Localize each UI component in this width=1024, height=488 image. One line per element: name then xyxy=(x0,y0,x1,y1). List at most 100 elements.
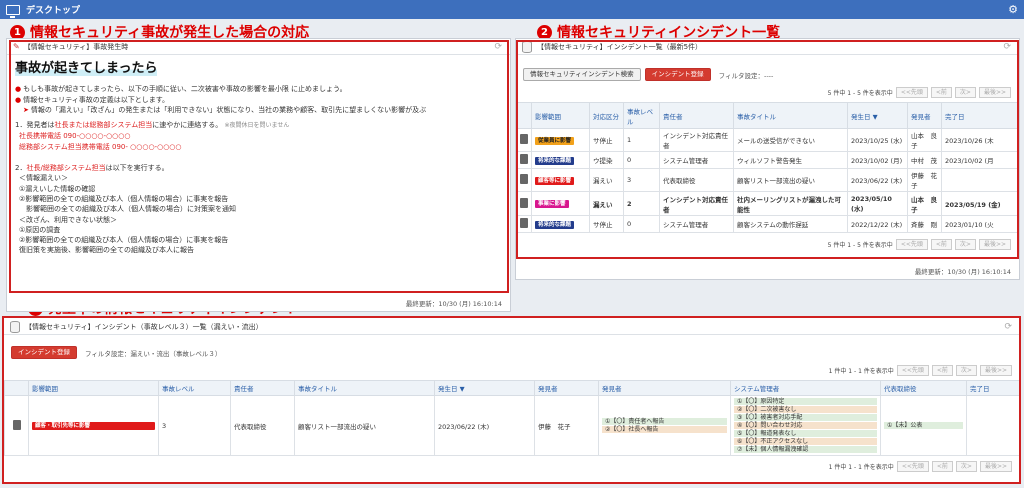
pager-first[interactable]: <<先頭 xyxy=(896,365,929,376)
kubun-cell: 漏えい xyxy=(589,191,624,216)
pager-first[interactable]: <<先頭 xyxy=(895,239,928,250)
incident-search-button[interactable]: 情報セキュリティインシデント検索 xyxy=(523,68,641,81)
document-icon[interactable] xyxy=(520,174,528,184)
col-header[interactable]: 発生日 ▼ xyxy=(434,380,535,396)
refresh-icon[interactable]: ⟳ xyxy=(1004,322,1012,332)
pager-next[interactable]: 次> xyxy=(954,239,976,250)
bullet-2: ● 情報セキュリティ事故の定義は以下とします。 xyxy=(15,95,169,104)
title-cell[interactable]: 社内メーリングリストが漏洩した可能性 xyxy=(733,191,848,216)
definition-text: ➤ 情報の「漏えい」「改ざん」の発生または「利用できない」状態になり、当社の業務や… xyxy=(23,105,427,114)
finder-cell: 中村 茂 xyxy=(907,151,942,169)
pager-last[interactable]: 最後>> xyxy=(978,239,1011,250)
col-header[interactable]: 対応区分 xyxy=(589,102,624,129)
pager-bottom: 1 件中 1 - 1 件を表示中 <<先頭 <前 次> 最後>> xyxy=(4,456,1020,472)
owner-cell: インシデント対応責任者 xyxy=(659,191,734,216)
col-header[interactable]: 発見者 xyxy=(534,380,599,396)
refresh-icon[interactable]: ⟳ xyxy=(1003,42,1011,52)
gear-icon[interactable]: ⚙ xyxy=(1008,3,1018,16)
col-header[interactable]: 事故レベル xyxy=(623,102,660,129)
ceo-steps: ①【未】公表 xyxy=(880,395,967,456)
level-cell: 2 xyxy=(623,191,660,216)
pager-next[interactable]: 次> xyxy=(955,365,977,376)
scope-cell: 顧客等に影響 xyxy=(531,168,590,192)
title-cell[interactable]: メールの送受信ができない xyxy=(733,128,848,152)
incident-register-button[interactable]: インシデント登録 xyxy=(644,68,711,81)
col-header[interactable]: 発見者 xyxy=(598,380,731,396)
title-cell[interactable]: 顧客リスト一部流出の疑い xyxy=(294,395,435,456)
pencil-icon: ✎ xyxy=(13,42,20,51)
col-header[interactable]: 完了日 xyxy=(941,102,1019,129)
col-header[interactable]: システム管理者 xyxy=(730,380,881,396)
line: ＜改ざん、利用できない状態＞ xyxy=(19,215,117,224)
pager-next[interactable]: 次> xyxy=(954,87,976,98)
document-icon[interactable] xyxy=(12,419,21,430)
line: 影響範囲の全ての組織及び本人（個人情報の場合）に対策案を通知 xyxy=(19,205,236,214)
col-header[interactable]: 事故レベル xyxy=(158,380,231,396)
pager-bottom: 5 件中 1 - 5 件を表示中 <<先頭 <前 次> 最後>> xyxy=(516,233,1019,250)
date-cell: 2022/12/22 (木) xyxy=(847,215,908,233)
title-cell[interactable]: 顧客システムの動作遅延 xyxy=(733,215,848,233)
icon-cell xyxy=(516,168,532,192)
admin-steps: ①【〇】原因特定 ②【〇】二次被害なし ③【〇】被害者対応手配 ④【〇】問い合わ… xyxy=(730,395,881,456)
icon-cell xyxy=(516,191,532,216)
panel-title: 【情報セキュリティ】インシデント（事故レベル３）一覧（漏えい・流出） xyxy=(25,322,263,331)
table-row[interactable]: 将来的な課題 サ停止 0 システム管理者 顧客システムの動作遅延 2022/12/22 (… xyxy=(516,215,1019,233)
date-cell: 2023/10/25 (水) xyxy=(847,128,908,152)
line: 復旧策を実施後、影響範囲の全ての組織及び本人に報告 xyxy=(19,246,194,255)
level-cell: 0 xyxy=(623,151,660,169)
done-cell xyxy=(966,395,1020,456)
pager-last[interactable]: 最後>> xyxy=(979,461,1012,472)
incident-list-panel: 【情報セキュリティ】インシデント一覧（最新5件） ⟳ 情報セキュリティインシデン… xyxy=(515,38,1020,280)
pager-last[interactable]: 最後>> xyxy=(978,87,1011,98)
step-item: ①【〇】責任者へ報告 xyxy=(602,417,727,426)
database-icon xyxy=(10,320,20,333)
col-header[interactable]: 影響範囲 xyxy=(531,102,590,129)
col-header[interactable]: 発生日 ▼ xyxy=(847,102,908,129)
col-header[interactable]: 責任者 xyxy=(230,380,295,396)
pager-prev[interactable]: <前 xyxy=(930,239,952,250)
pager-next[interactable]: 次> xyxy=(955,461,977,472)
owner-cell: 代表取締役 xyxy=(230,395,295,456)
finder-cell: 山本 良子 xyxy=(907,128,942,152)
pager-prev[interactable]: <前 xyxy=(931,365,953,376)
title-cell[interactable]: ウィルソフト警告発生 xyxy=(733,151,848,169)
date-cell: 2023/06/22 (木) xyxy=(847,168,908,192)
refresh-icon[interactable]: ⟳ xyxy=(494,42,502,52)
table-row[interactable]: 顧客等に影響 漏えい 3 代表取締役 顧客リスト一部流出の疑い 2023/06/22 (木… xyxy=(516,168,1019,192)
col-header[interactable]: 発見者 xyxy=(907,102,942,129)
document-icon[interactable] xyxy=(520,134,528,144)
table-row[interactable]: 顧客・取引先等に影響 3 代表取締役 顧客リスト一部流出の疑い 2023/06/… xyxy=(4,395,1020,456)
panel-header: 【情報セキュリティ】インシデント（事故レベル３）一覧（漏えい・流出） ⟳ xyxy=(4,319,1020,335)
incident-register-button[interactable]: インシデント登録 xyxy=(11,346,77,359)
col-header[interactable]: 事故タイトル xyxy=(733,102,848,129)
icon-cell xyxy=(516,215,532,233)
done-cell xyxy=(941,168,1019,192)
result-count: 1 件中 1 - 1 件を表示中 xyxy=(828,464,894,471)
table-row[interactable]: 従業員に影響 サ停止 1 インシデント対応責任者 メールの送受信ができない 2023/10… xyxy=(516,128,1019,152)
scope-badge: 将来的な課題 xyxy=(535,156,575,165)
scope-cell: 従業員に影響 xyxy=(531,128,590,152)
document-icon[interactable] xyxy=(520,197,528,208)
document-icon[interactable] xyxy=(520,154,528,164)
date-cell: 2023/10/02 (月) xyxy=(847,151,908,169)
col-header[interactable]: 事故タイトル xyxy=(294,380,435,396)
col-header[interactable]: 代表取締役 xyxy=(880,380,967,396)
pager-first[interactable]: <<先頭 xyxy=(895,87,928,98)
pager-top: 1 件中 1 - 1 件を表示中 <<先頭 <前 次> 最後>> xyxy=(4,359,1020,380)
phone-admin: 総務部システム担当携帯電話 090- ○○○○-○○○○ xyxy=(19,142,182,151)
title-cell[interactable]: 顧客リスト一部流出の疑い xyxy=(733,168,848,192)
col-header[interactable]: 責任者 xyxy=(659,102,734,129)
finder-steps: ①【〇】責任者へ報告 ②【〇】社長へ報告 xyxy=(598,395,731,456)
table-row[interactable]: 将来的な課題 ウ提染 0 システム管理者 ウィルソフト警告発生 2023/10/02 (月… xyxy=(516,151,1019,169)
pager-top: 5 件中 1 - 5 件を表示中 <<先頭 <前 次> 最後>> xyxy=(516,81,1019,102)
pager-prev[interactable]: <前 xyxy=(931,461,953,472)
toolbar: 情報セキュリティインシデント検索 インシデント登録 フィルタ設定：---- xyxy=(516,55,1019,81)
document-icon[interactable] xyxy=(520,218,528,228)
col-header[interactable]: 完了日 xyxy=(966,380,1020,396)
pager-first[interactable]: <<先頭 xyxy=(896,461,929,472)
pager-prev[interactable]: <前 xyxy=(930,87,952,98)
col-header[interactable]: 影響範囲 xyxy=(28,380,159,396)
step-item: ④【〇】問い合わせ対応 xyxy=(734,421,877,430)
pager-last[interactable]: 最後>> xyxy=(979,365,1012,376)
table-row[interactable]: 事業に影響 漏えい 2 インシデント対応責任者 社内メーリングリストが漏洩した可能性 20… xyxy=(516,191,1019,216)
